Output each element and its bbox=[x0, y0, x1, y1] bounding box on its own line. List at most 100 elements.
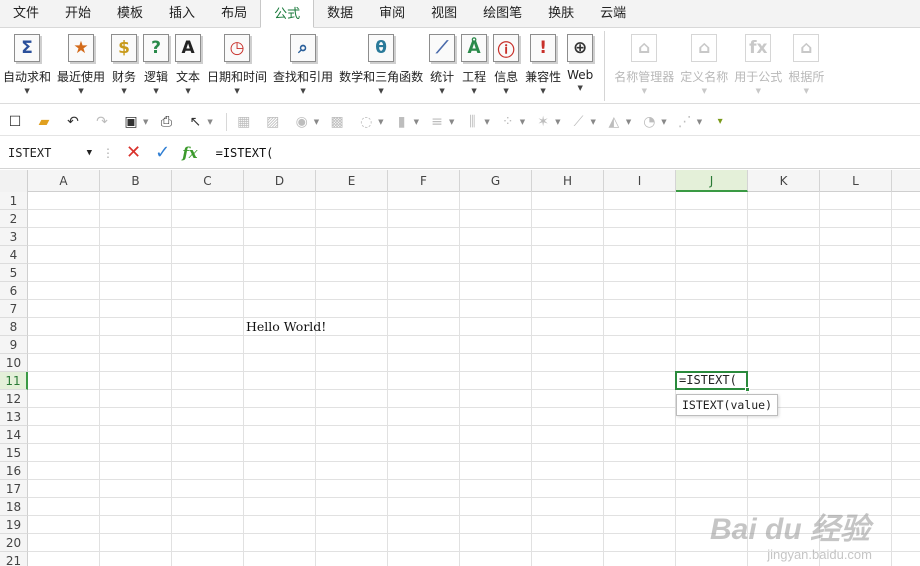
dropdown-arrow-icon[interactable]: ▼ bbox=[185, 87, 190, 95]
ribbon-button[interactable]: A 文本 ▼ bbox=[172, 28, 204, 102]
screenshot-icon[interactable]: ◉ bbox=[291, 112, 313, 132]
column-header[interactable]: C bbox=[172, 170, 244, 192]
redo-icon[interactable]: ↷ bbox=[91, 112, 113, 132]
active-cell-j11[interactable]: =ISTEXT( bbox=[675, 371, 748, 390]
name-box[interactable]: ISTEXT ▼ bbox=[4, 141, 96, 165]
hbar-chart-dropdown-icon[interactable]: ▼ bbox=[449, 118, 454, 126]
ribbon-button[interactable]: ⓘ 信息 ▼ bbox=[490, 28, 522, 102]
menu-tab[interactable]: 换肤 bbox=[535, 0, 587, 28]
formula-input[interactable]: =ISTEXT( bbox=[216, 146, 274, 160]
shapes-dropdown-icon[interactable]: ▼ bbox=[378, 118, 383, 126]
ribbon-button[interactable]: ⌂ 名称管理器 ▼ bbox=[611, 28, 677, 102]
menu-tab[interactable]: 数据 bbox=[314, 0, 366, 28]
menu-tab[interactable]: 文件 bbox=[0, 0, 52, 28]
ribbon-button[interactable]: θ 数学和三角函数 ▼ bbox=[336, 28, 426, 102]
radar-dropdown-icon[interactable]: ▼ bbox=[555, 118, 560, 126]
hbar-chart-icon[interactable]: ≡ bbox=[426, 112, 448, 132]
grid-icon[interactable]: ▩ bbox=[326, 112, 348, 132]
ribbon-button[interactable]: ? 逻辑 ▼ bbox=[140, 28, 172, 102]
column-header[interactable]: G bbox=[460, 170, 532, 192]
ribbon-button[interactable]: ! 兼容性 ▼ bbox=[522, 28, 564, 102]
area-dropdown-icon[interactable]: ▼ bbox=[626, 118, 631, 126]
row-header[interactable]: 4 bbox=[0, 246, 28, 264]
area-chart-icon[interactable]: ◭ bbox=[603, 112, 625, 132]
column-header[interactable]: K bbox=[748, 170, 820, 192]
column-header[interactable]: I bbox=[604, 170, 676, 192]
row-header[interactable]: 7 bbox=[0, 300, 28, 318]
ribbon-button[interactable]: $ 财务 ▼ bbox=[108, 28, 140, 102]
row-header[interactable]: 13 bbox=[0, 408, 28, 426]
dropdown-arrow-icon[interactable]: ▼ bbox=[471, 87, 476, 95]
ribbon-button[interactable]: ⌂ 定义名称 ▼ bbox=[677, 28, 731, 102]
dropdown-arrow-icon[interactable]: ▼ bbox=[702, 87, 707, 95]
shapes-icon[interactable]: ◌ bbox=[355, 112, 377, 132]
name-box-dropdown-icon[interactable]: ▼ bbox=[87, 148, 92, 158]
ribbon-button[interactable]: ⌂ 根据所 ▼ bbox=[785, 28, 827, 102]
menu-tab[interactable]: 审阅 bbox=[366, 0, 418, 28]
undo-icon[interactable]: ↶ bbox=[62, 112, 84, 132]
save-icon[interactable]: ▣ bbox=[120, 112, 142, 132]
dropdown-arrow-icon[interactable]: ▼ bbox=[756, 87, 761, 95]
row-header[interactable]: 16 bbox=[0, 462, 28, 480]
picture-icon[interactable]: ▨ bbox=[262, 112, 284, 132]
scatter-dropdown-icon[interactable]: ▼ bbox=[520, 118, 525, 126]
cell-d8[interactable]: Hello World! bbox=[246, 319, 326, 334]
row-header[interactable]: 2 bbox=[0, 210, 28, 228]
ribbon-button[interactable]: ⊕ Web ▼ bbox=[564, 28, 596, 102]
row-header[interactable]: 19 bbox=[0, 516, 28, 534]
ribbon-button[interactable]: Σ 自动求和 ▼ bbox=[0, 28, 54, 102]
row-header[interactable]: 15 bbox=[0, 444, 28, 462]
row-header[interactable]: 6 bbox=[0, 282, 28, 300]
menu-tab[interactable]: 插入 bbox=[156, 0, 208, 28]
line-chart-icon[interactable]: ⟋ bbox=[568, 112, 590, 132]
ribbon-button[interactable]: Å 工程 ▼ bbox=[458, 28, 490, 102]
menu-tab[interactable]: 开始 bbox=[52, 0, 104, 28]
dropdown-arrow-icon[interactable]: ▼ bbox=[577, 84, 582, 92]
ribbon-button[interactable]: ⌕ 查找和引用 ▼ bbox=[270, 28, 336, 102]
row-header[interactable]: 12 bbox=[0, 390, 28, 408]
column-header[interactable]: A bbox=[28, 170, 100, 192]
print-icon[interactable]: ⎙ bbox=[155, 112, 177, 132]
menu-tab[interactable]: 模板 bbox=[104, 0, 156, 28]
column-header[interactable]: F bbox=[388, 170, 460, 192]
other-chart-icon[interactable]: ⋰ bbox=[674, 112, 696, 132]
select-pointer-icon[interactable]: ↖ bbox=[184, 112, 206, 132]
dropdown-arrow-icon[interactable]: ▼ bbox=[439, 87, 444, 95]
confirm-formula-icon[interactable]: ✓ bbox=[155, 142, 170, 163]
line-dropdown-icon[interactable]: ▼ bbox=[591, 118, 596, 126]
dropdown-arrow-icon[interactable]: ▼ bbox=[540, 87, 545, 95]
row-header[interactable]: 3 bbox=[0, 228, 28, 246]
menu-tab[interactable]: 布局 bbox=[208, 0, 260, 28]
pie-chart-icon[interactable]: ◔ bbox=[638, 112, 660, 132]
dropdown-arrow-icon[interactable]: ▼ bbox=[503, 87, 508, 95]
dropdown-arrow-icon[interactable]: ▼ bbox=[642, 87, 647, 95]
row-header[interactable]: 11 bbox=[0, 372, 28, 390]
row-header[interactable]: 17 bbox=[0, 480, 28, 498]
ribbon-button[interactable]: ★ 最近使用 ▼ bbox=[54, 28, 108, 102]
cancel-formula-icon[interactable]: ✕ bbox=[126, 142, 141, 163]
dropdown-arrow-icon[interactable]: ▼ bbox=[121, 87, 126, 95]
row-header[interactable]: 21 bbox=[0, 552, 28, 566]
row-header[interactable]: 5 bbox=[0, 264, 28, 282]
menu-tab[interactable]: 公式 bbox=[260, 0, 315, 28]
new-file-icon[interactable]: ☐ bbox=[4, 112, 26, 132]
screenshot-dropdown-icon[interactable]: ▼ bbox=[314, 118, 319, 126]
menu-tab[interactable]: 绘图笔 bbox=[470, 0, 535, 28]
column-chart-icon[interactable]: ⫼ bbox=[461, 112, 483, 132]
column-header[interactable]: E bbox=[316, 170, 388, 192]
row-header[interactable]: 18 bbox=[0, 498, 28, 516]
column-header[interactable]: J bbox=[676, 170, 748, 192]
ribbon-button[interactable]: fx 用于公式 ▼ bbox=[731, 28, 785, 102]
dropdown-arrow-icon[interactable]: ▼ bbox=[24, 87, 29, 95]
row-header[interactable]: 8 bbox=[0, 318, 28, 336]
column-header[interactable]: L bbox=[820, 170, 892, 192]
row-header[interactable]: 9 bbox=[0, 336, 28, 354]
column-header[interactable]: D bbox=[244, 170, 316, 192]
dropdown-arrow-icon[interactable]: ▼ bbox=[153, 87, 158, 95]
dropdown-arrow-icon[interactable]: ▼ bbox=[78, 87, 83, 95]
open-folder-icon[interactable]: ▰ bbox=[33, 112, 55, 132]
fill-handle[interactable] bbox=[745, 387, 750, 392]
dropdown-arrow-icon[interactable]: ▼ bbox=[234, 87, 239, 95]
pointer-dropdown-icon[interactable]: ▼ bbox=[207, 118, 212, 126]
row-header[interactable]: 14 bbox=[0, 426, 28, 444]
